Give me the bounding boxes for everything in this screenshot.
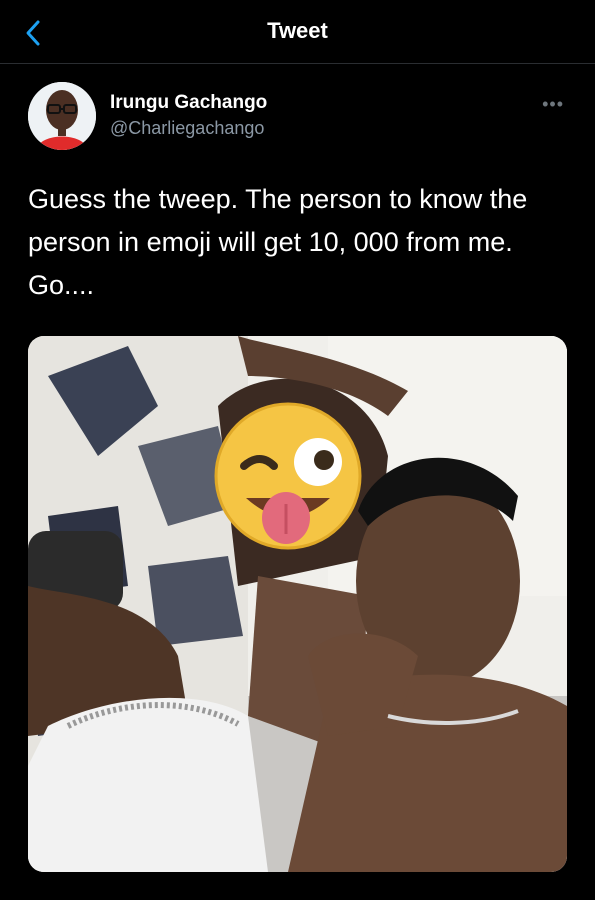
tweet-photo[interactable] (28, 336, 567, 872)
top-navigation-bar: Tweet (0, 0, 595, 64)
avatar[interactable] (28, 82, 96, 150)
more-options-button[interactable]: ••• (542, 94, 564, 115)
tweet-text: Guess the tweep. The person to know the … (28, 184, 528, 300)
tweet-author-header: Irungu Gachango @Charliegachango ••• (28, 82, 568, 154)
author-display-name[interactable]: Irungu Gachango (110, 92, 267, 114)
author-handle[interactable]: @Charliegachango (110, 118, 264, 139)
emoji-sticker (214, 402, 362, 550)
ellipsis-icon: ••• (542, 94, 564, 114)
page-title: Tweet (267, 18, 328, 43)
bottom-spacer (0, 882, 595, 900)
